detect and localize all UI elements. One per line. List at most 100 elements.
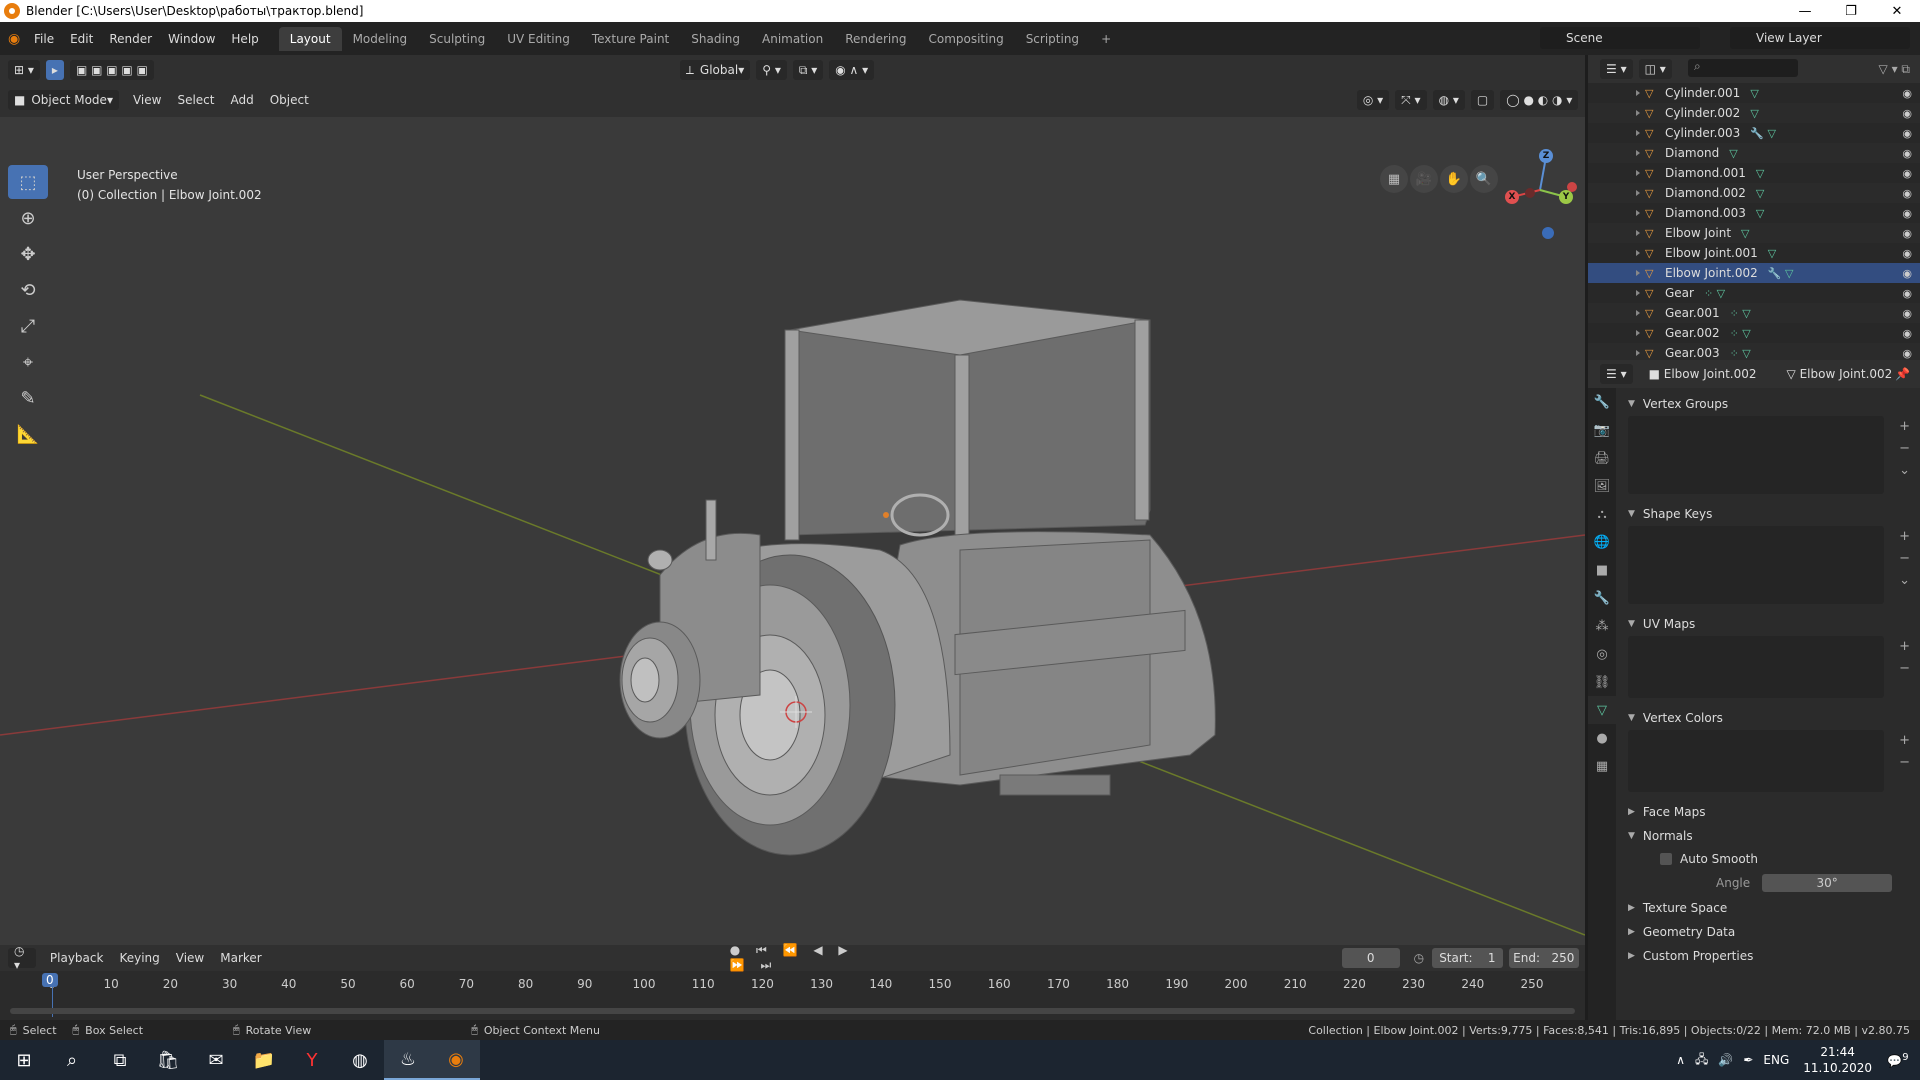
yandex-browser-icon[interactable]: Y — [288, 1040, 336, 1080]
volume-icon[interactable]: 🔊 — [1718, 1053, 1733, 1067]
transform-tool-icon[interactable]: ⌖ — [8, 345, 48, 379]
properties-editor-icon[interactable]: ☰ ▾ — [1600, 364, 1633, 384]
object-tab-icon[interactable]: ■ — [1588, 556, 1616, 584]
notifications-icon[interactable]: 💬9 — [1886, 1052, 1910, 1068]
vertex-groups-list[interactable]: + − ⌄ — [1628, 416, 1910, 494]
visibility-icon[interactable]: ◎ ▾ — [1356, 90, 1390, 110]
explorer-icon[interactable]: 📁 — [240, 1040, 288, 1080]
outliner-item[interactable]: ▽ Gear ⁘ ▽ ◉ — [1588, 283, 1920, 303]
filter-icon[interactable]: ▽ ▾ ⧉ — [1879, 62, 1910, 77]
tab-scripting[interactable]: Scripting — [1015, 27, 1090, 51]
shape-keys-list[interactable]: + − ⌄ — [1628, 526, 1910, 604]
mail-icon[interactable]: ✉ — [192, 1040, 240, 1080]
tool-tab-icon[interactable]: 🔧 — [1588, 388, 1616, 416]
mode-dropdown[interactable]: ■ Object Mode ▾ — [8, 90, 119, 110]
grid-view-icon[interactable]: ▦ — [1380, 165, 1408, 193]
steam-icon[interactable]: ♨ — [384, 1040, 432, 1080]
camera-view-icon[interactable]: 🎥 — [1410, 165, 1438, 193]
clock-icon[interactable]: ◷ — [1414, 951, 1424, 965]
outliner-item[interactable]: ▽ Elbow Joint ▽ ◉ — [1588, 223, 1920, 243]
maximize-button[interactable]: ❐ — [1828, 0, 1874, 22]
eye-icon[interactable]: ◉ — [1902, 187, 1912, 200]
store-icon[interactable]: 🛍 — [144, 1040, 192, 1080]
tab-layout[interactable]: Layout — [278, 26, 342, 51]
panel-vertex-groups[interactable]: ▼ Vertex Groups — [1620, 392, 1916, 416]
timeline-menu-playback[interactable]: Playback — [42, 951, 112, 965]
select-box-tool-icon[interactable]: ⬚ — [8, 165, 48, 199]
panel-uv-maps[interactable]: ▼ UV Maps — [1620, 612, 1916, 636]
outliner-item[interactable]: ▽ Diamond.002 ▽ ◉ — [1588, 183, 1920, 203]
outliner-item[interactable]: ▽ Cylinder.002 ▽ ◉ — [1588, 103, 1920, 123]
outliner-item[interactable]: ▽ Diamond.003 ▽ ◉ — [1588, 203, 1920, 223]
array-modifier-icon[interactable]: ⁘ ▽ — [1704, 287, 1725, 300]
tab-modeling[interactable]: Modeling — [342, 27, 419, 51]
scene-tab-icon[interactable]: ⛬ — [1588, 500, 1616, 528]
panel-normals[interactable]: ▼ Normals — [1620, 824, 1916, 848]
list-buttons[interactable]: + − — [1899, 636, 1910, 680]
end-frame-field[interactable]: End: 250 — [1508, 948, 1579, 968]
eye-icon[interactable]: ◉ — [1902, 347, 1912, 360]
eye-icon[interactable]: ◉ — [1902, 167, 1912, 180]
timeline[interactable]: ◷ ▾ Playback Keying View Marker ● ⏮ ⏪ ◀ … — [0, 943, 1585, 1020]
mesh-data-icon[interactable]: ▽ — [1750, 87, 1758, 100]
array-modifier-icon[interactable]: ⁘ ▽ — [1730, 347, 1751, 360]
timeline-scrollbar[interactable] — [10, 1008, 1575, 1014]
mesh-breadcrumb[interactable]: ▽ Elbow Joint.002 — [1787, 367, 1893, 381]
outliner-item-active[interactable]: ▽ Elbow Joint.002 🔧 ▽ ◉ — [1588, 263, 1920, 283]
scene-selector[interactable]: Scene — [1540, 27, 1700, 49]
panel-shape-keys[interactable]: ▼ Shape Keys — [1620, 502, 1916, 526]
gizmo-toggle-icon[interactable]: ⤧ ▾ — [1395, 90, 1427, 110]
pin-icon[interactable]: 📌 — [1895, 367, 1910, 381]
texture-tab-icon[interactable]: ▦ — [1588, 752, 1616, 780]
tab-rendering[interactable]: Rendering — [834, 27, 917, 51]
select-mode-button[interactable]: ▸ — [45, 60, 64, 80]
shading-modes-icon[interactable]: ◯ ● ◐ ◑ ▾ — [1500, 90, 1579, 110]
menu-render[interactable]: Render — [101, 32, 160, 46]
tab-shading[interactable]: Shading — [680, 27, 751, 51]
checkbox-icon[interactable] — [1660, 853, 1672, 865]
mesh-data-icon[interactable]: ▽ — [1768, 247, 1776, 260]
search-icon[interactable]: ⌕ — [48, 1040, 96, 1080]
eye-icon[interactable]: ◉ — [1902, 127, 1912, 140]
rotate-tool-icon[interactable]: ⟲ — [8, 273, 48, 307]
eye-icon[interactable]: ◉ — [1902, 247, 1912, 260]
outliner-item[interactable]: ▽ Diamond ▽ ◉ — [1588, 143, 1920, 163]
frame-ruler[interactable]: 0 10 20 30 40 50 60 70 80 90 100 110 120 130 140 150 160… — [0, 975, 1585, 995]
list-buttons[interactable]: + − ⌄ — [1899, 526, 1910, 592]
physics-tab-icon[interactable]: ◎ — [1588, 640, 1616, 668]
modifier-icon[interactable]: 🔧 ▽ — [1750, 127, 1776, 140]
render-tab-icon[interactable]: 📷 — [1588, 416, 1616, 444]
display-mode-icon[interactable]: ◫ ▾ — [1638, 59, 1672, 79]
scale-tool-icon[interactable]: ⤢ — [8, 309, 48, 343]
outliner-item[interactable]: ▽ Gear.002 ⁘ ▽ ◉ — [1588, 323, 1920, 343]
outliner-item[interactable]: ▽ Cylinder.001 ▽ ◉ — [1588, 83, 1920, 103]
output-tab-icon[interactable]: 🖨 — [1588, 444, 1616, 472]
menu-help[interactable]: Help — [223, 32, 266, 46]
minimize-button[interactable]: — — [1782, 0, 1828, 22]
eye-icon[interactable]: ◉ — [1902, 87, 1912, 100]
mesh-data-icon[interactable]: ▽ — [1756, 187, 1764, 200]
selection-modes[interactable]: ▣ ▣ ▣ ▣ ▣ — [69, 60, 154, 80]
viewport-menu-select[interactable]: Select — [169, 93, 222, 107]
list-buttons[interactable]: + − ⌄ — [1899, 416, 1910, 482]
add-workspace-icon[interactable]: + — [1090, 27, 1122, 51]
eye-icon[interactable]: ◉ — [1902, 287, 1912, 300]
transform-orientation-dropdown[interactable]: ⟂ Global ▾ — [679, 60, 751, 80]
timeline-menu-view[interactable]: View — [168, 951, 212, 965]
timeline-menu-keying[interactable]: Keying — [111, 951, 167, 965]
panel-face-maps[interactable]: ▶ Face Maps — [1620, 800, 1916, 824]
zoom-view-icon[interactable]: 🔍 — [1470, 165, 1498, 193]
blender-menu-icon[interactable]: ◉ — [0, 31, 26, 47]
pan-view-icon[interactable]: ✋ — [1440, 165, 1468, 193]
move-tool-icon[interactable]: ✥ — [8, 237, 48, 271]
vertex-colors-list[interactable]: + − — [1628, 730, 1910, 792]
axis-y-label[interactable]: Y — [1559, 190, 1573, 204]
snap-icon[interactable]: ⧉ ▾ — [792, 60, 824, 80]
mesh-data-tab-icon[interactable]: ▽ — [1588, 696, 1616, 724]
panel-texture-space[interactable]: ▶ Texture Space — [1620, 896, 1916, 920]
outliner-editor-icon[interactable]: ☰ ▾ — [1600, 59, 1633, 79]
outliner-item[interactable]: ▽ Gear.001 ⁘ ▽ ◉ — [1588, 303, 1920, 323]
modifier-tab-icon[interactable]: 🔧 — [1588, 584, 1616, 612]
particles-tab-icon[interactable]: ⁂ — [1588, 612, 1616, 640]
object-breadcrumb[interactable]: ■ Elbow Joint.002 — [1649, 367, 1757, 381]
